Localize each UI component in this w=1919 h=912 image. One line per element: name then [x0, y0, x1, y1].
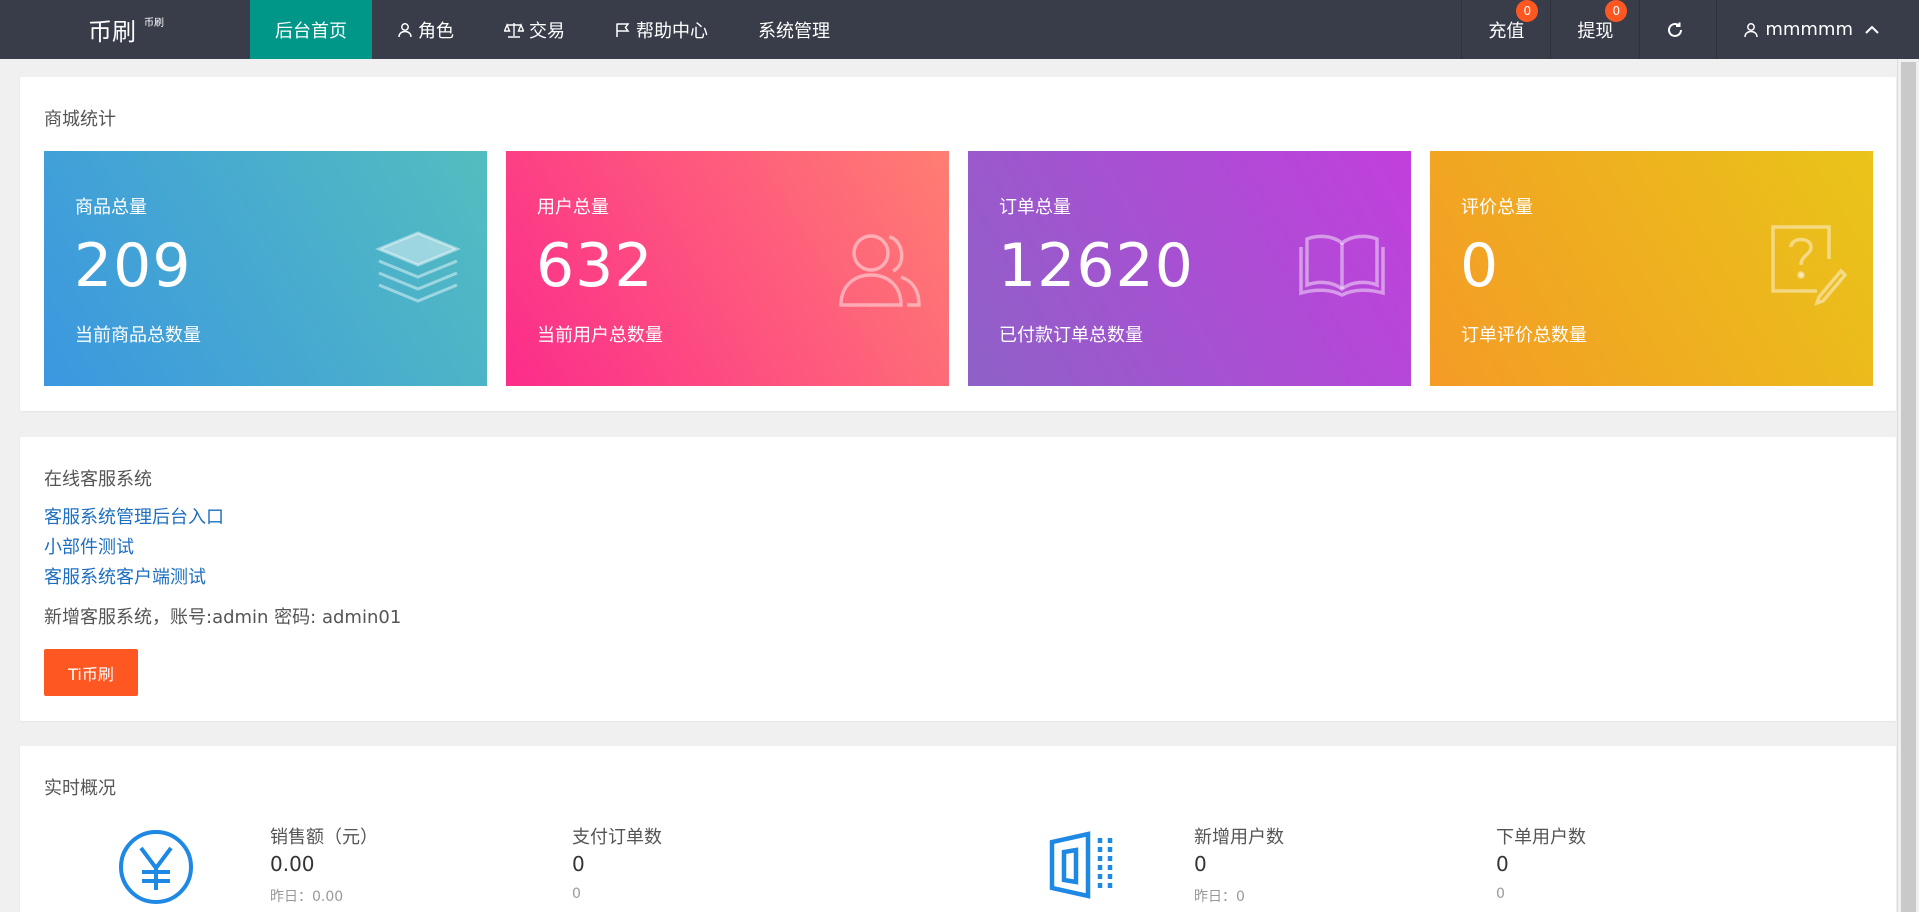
stat-sub: 当前商品总数量 [75, 325, 201, 346]
stat-sub: 当前用户总数量 [537, 325, 663, 346]
right-nav: 充值 0 提现 0 mmmmm [1461, 0, 1919, 59]
layers-icon [375, 231, 461, 303]
recharge-button[interactable]: 充值 0 [1461, 0, 1550, 59]
withdraw-label: 提现 [1577, 20, 1614, 42]
users-icon [839, 234, 921, 307]
stat-label: 评价总量 [1461, 197, 1533, 218]
realtime-sub: 昨日：0.00 [270, 889, 344, 905]
stat-card-users: 用户总量 632 当前用户总数量 [506, 151, 949, 386]
stats-title: 商城统计 [44, 109, 116, 130]
nav-system-label: 系统管理 [758, 20, 830, 42]
realtime-sub: 0 [572, 886, 581, 902]
stat-card-orders: 订单总量 12620 已付款订单总数量 [968, 151, 1411, 386]
realtime-value: 0 [1194, 852, 1207, 876]
main-nav: 后台首页 角色 交易 帮助中心 系统管理 [250, 0, 855, 59]
nav-home[interactable]: 后台首页 [250, 0, 372, 59]
stat-sub: 订单评价总数量 [1461, 325, 1587, 346]
nav-trade[interactable]: 交易 [479, 0, 590, 59]
user-name: mmmmm [1765, 19, 1853, 40]
refresh-icon [1668, 22, 1683, 37]
user-menu[interactable]: mmmmm [1716, 0, 1919, 59]
realtime-value: 0.00 [270, 852, 315, 876]
stat-label: 商品总量 [75, 197, 147, 218]
question-edit-icon [1771, 225, 1847, 306]
withdraw-button[interactable]: 提现 0 [1550, 0, 1639, 59]
book-icon [1299, 234, 1385, 297]
nav-system[interactable]: 系统管理 [733, 0, 855, 59]
stat-value: 209 [74, 231, 192, 301]
realtime-sub: 0 [1496, 886, 1505, 902]
refresh-button[interactable] [1639, 0, 1716, 59]
realtime-label: 销售额（元） [270, 827, 378, 848]
stat-label: 用户总量 [537, 197, 609, 218]
realtime-value: 0 [1496, 852, 1509, 876]
scrollbar-thumb[interactable] [1901, 62, 1916, 912]
stat-value: 0 [1460, 231, 1500, 301]
logo[interactable]: 币刷 币刷 [88, 12, 164, 47]
ti-bishua-button[interactable]: Ti币刷 [44, 649, 138, 696]
withdraw-badge: 0 [1605, 0, 1628, 22]
nav-roles[interactable]: 角色 [372, 0, 479, 59]
recharge-badge: 0 [1516, 0, 1539, 22]
stat-card-products: 商品总量 209 当前商品总数量 [44, 151, 487, 386]
nav-trade-label: 交易 [529, 20, 565, 42]
stats-card: 商城统计 商品总量 209 当前商品总数量 用户总量 632 当前用户总数量 订… [20, 77, 1896, 411]
scale-icon [504, 22, 524, 38]
realtime-label: 新增用户数 [1194, 827, 1284, 848]
nav-help-label: 帮助中心 [636, 20, 708, 42]
recharge-label: 充值 [1488, 20, 1525, 42]
support-note: 新增客服系统，账号:admin 密码: admin01 [44, 607, 402, 628]
realtime-label: 下单用户数 [1496, 827, 1586, 848]
nav-help[interactable]: 帮助中心 [590, 0, 733, 59]
user-icon [398, 22, 412, 37]
flag-icon [616, 22, 630, 37]
logo-sup: 币刷 [144, 18, 164, 29]
realtime-value: 0 [572, 852, 585, 876]
realtime-card: 实时概况 销售额（元） 0.00 昨日：0.00 支付订单数 0 0 新增用户数… [20, 746, 1896, 912]
stat-value: 632 [536, 231, 654, 301]
nav-home-label: 后台首页 [275, 20, 347, 42]
stat-sub: 已付款订单总数量 [999, 325, 1143, 346]
client-test-link[interactable]: 客服系统客户端测试 [44, 563, 206, 589]
stat-value: 12620 [998, 231, 1194, 301]
logo-text: 币刷 [88, 18, 136, 46]
support-title: 在线客服系统 [44, 469, 152, 490]
stat-card-reviews: 评价总量 0 订单评价总数量 [1430, 151, 1873, 386]
yuan-icon [119, 830, 193, 904]
stat-label: 订单总量 [999, 197, 1071, 218]
realtime-label: 支付订单数 [572, 827, 662, 848]
widget-test-link[interactable]: 小部件测试 [44, 533, 134, 559]
realtime-sub: 昨日：0 [1194, 889, 1245, 905]
realtime-title: 实时概况 [44, 778, 116, 799]
support-card: 在线客服系统 客服系统管理后台入口 小部件测试 客服系统客户端测试 新增客服系统… [20, 437, 1896, 721]
nav-roles-label: 角色 [418, 20, 454, 42]
door-icon [1049, 831, 1113, 899]
support-admin-link[interactable]: 客服系统管理后台入口 [44, 503, 224, 529]
user-icon [1744, 22, 1759, 37]
chevron-up-icon [1865, 25, 1879, 34]
top-bar: 币刷 币刷 后台首页 角色 交易 帮助中心 系统管理 充值 0 提现 0 mmm… [0, 0, 1919, 59]
